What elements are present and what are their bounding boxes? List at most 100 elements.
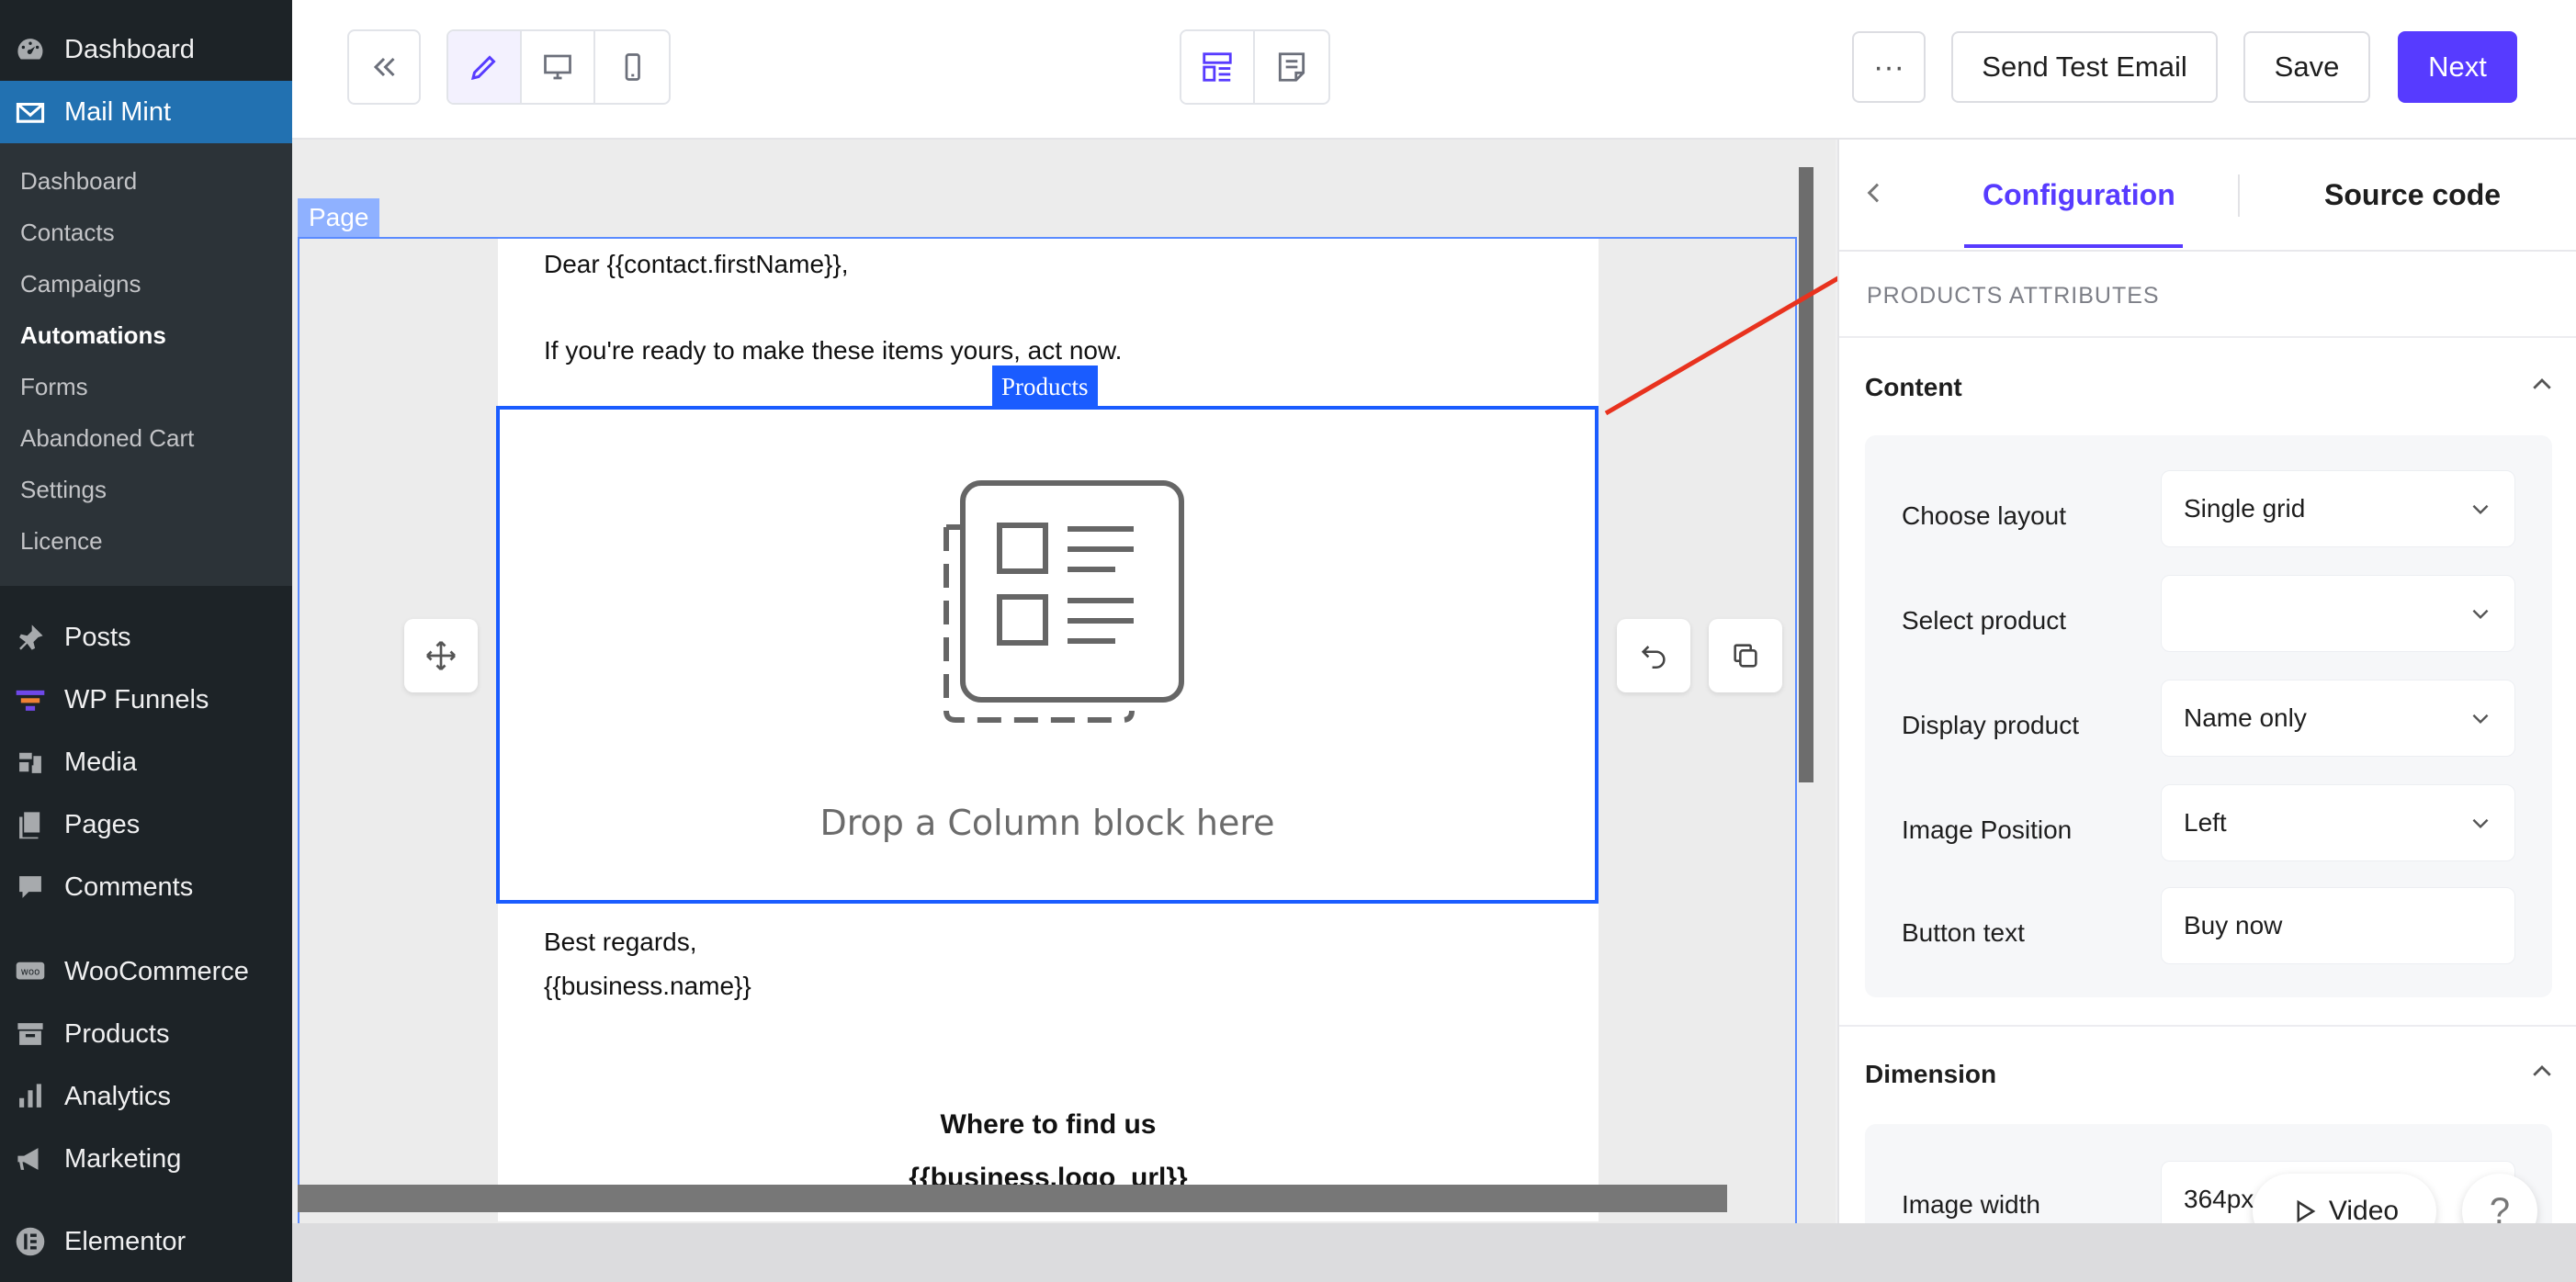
page-tag[interactable]: Page (298, 198, 380, 237)
button-text-label: Button text (1902, 918, 2025, 947)
display-product-select[interactable]: Name only (2161, 680, 2515, 757)
more-options-button[interactable]: ··· (1852, 31, 1926, 103)
image-position-label: Image Position (1902, 815, 2073, 844)
mobile-icon (625, 53, 640, 81)
menu-marketing[interactable]: Marketing (0, 1128, 292, 1190)
menu-label: Marketing (64, 1143, 182, 1174)
button-text-input[interactable]: Buy now (2161, 887, 2515, 964)
funnel-icon (13, 682, 48, 717)
menu-label: Elementor (64, 1226, 186, 1256)
menu-label: Posts (64, 622, 131, 652)
menu-pages[interactable]: Pages (0, 793, 292, 856)
menu-label: Products (64, 1018, 170, 1049)
business-name-text[interactable]: {{business.name}} (544, 972, 751, 1001)
undo-button[interactable] (1617, 619, 1690, 692)
pencil-icon (470, 55, 496, 81)
chevron-up-icon[interactable] (2528, 1058, 2556, 1085)
chevron-down-icon (2472, 609, 2489, 620)
column-placeholder-icon (943, 480, 1184, 723)
select-value: Single grid (2184, 494, 2306, 523)
settings-panel: Configuration Source code PRODUCTS ATTRI… (1837, 140, 2576, 1243)
double-chevron-left-icon (373, 57, 395, 77)
dashboard-icon (13, 32, 48, 67)
submenu-automations[interactable]: Automations (20, 321, 166, 350)
edit-mode-button[interactable] (448, 31, 522, 103)
menu-analytics[interactable]: Analytics (0, 1065, 292, 1128)
desktop-preview-button[interactable] (522, 31, 595, 103)
image-width-label: Image width (1902, 1190, 2040, 1219)
menu-posts[interactable]: Posts (0, 606, 292, 669)
content-group-title[interactable]: Content (1865, 373, 1962, 402)
chevron-down-icon (2472, 504, 2489, 515)
choose-layout-label: Choose layout (1902, 501, 2067, 530)
comment-icon (13, 870, 48, 905)
select-product-select[interactable] (2161, 575, 2515, 652)
menu-comments[interactable]: Comments (0, 856, 292, 918)
menu-dashboard[interactable]: Dashboard (0, 18, 292, 81)
image-position-select[interactable]: Left (2161, 784, 2515, 861)
tab-divider (2238, 174, 2240, 217)
menu-mail-mint[interactable]: Mail Mint (0, 81, 292, 143)
choose-layout-select[interactable]: Single grid (2161, 470, 2515, 547)
divider (1839, 336, 2576, 338)
save-button[interactable]: Save (2243, 31, 2370, 103)
panel-tabs: Configuration Source code (1839, 140, 2576, 252)
menu-label: WP Funnels (64, 684, 209, 714)
mail-mint-submenu: Dashboard Contacts Campaigns Automations… (0, 143, 292, 586)
copy-icon (1734, 644, 1757, 668)
pin-icon (13, 620, 48, 655)
layout-panel-button[interactable] (1181, 31, 1255, 103)
intro-text[interactable]: If you're ready to make these items your… (544, 336, 1122, 365)
products-tag[interactable]: Products (992, 365, 1098, 408)
products-block[interactable]: Drop a Column block here (496, 406, 1599, 904)
active-tab-indicator (1964, 244, 2183, 248)
menu-media[interactable]: Media (0, 731, 292, 793)
next-button[interactable]: Next (2398, 31, 2517, 103)
tab-source-code[interactable]: Source code (2324, 178, 2501, 212)
menu-woocommerce[interactable]: woo WooCommerce (0, 940, 292, 1003)
submenu-licence[interactable]: Licence (20, 527, 103, 556)
tab-configuration[interactable]: Configuration (1983, 178, 2175, 212)
select-value: Name only (2184, 703, 2307, 732)
submenu-dashboard[interactable]: Dashboard (20, 167, 137, 196)
menu-label: Media (64, 747, 137, 777)
elementor-icon (13, 1224, 48, 1259)
horizontal-scrollbar[interactable] (298, 1185, 1727, 1212)
menu-wp-funnels[interactable]: WP Funnels (0, 669, 292, 731)
desktop-icon (544, 54, 571, 80)
chevron-down-icon (2472, 714, 2489, 725)
wp-admin-sidebar: Dashboard Mail Mint Dashboard Contacts C… (0, 0, 292, 1282)
archive-icon (13, 1017, 48, 1051)
menu-elementor[interactable]: Elementor (0, 1210, 292, 1273)
section-title: PRODUCTS ATTRIBUTES (1867, 283, 2160, 309)
send-test-email-button[interactable]: Send Test Email (1951, 31, 2218, 103)
chevron-up-icon[interactable] (2528, 371, 2556, 399)
dimension-group-title[interactable]: Dimension (1865, 1060, 1996, 1089)
select-value: Left (2184, 808, 2227, 837)
menu-label: Pages (64, 809, 141, 839)
drag-handle[interactable] (404, 619, 478, 692)
greeting-text[interactable]: Dear {{contact.firstName}}, (544, 250, 849, 279)
media-icon (13, 745, 48, 780)
closing-text[interactable]: Best regards, (544, 928, 697, 957)
duplicate-button[interactable] (1709, 619, 1782, 692)
menu-label: Analytics (64, 1081, 172, 1111)
submenu-settings[interactable]: Settings (20, 476, 107, 504)
menu-label: Dashboard (64, 34, 195, 64)
submenu-campaigns[interactable]: Campaigns (20, 270, 141, 298)
mobile-preview-button[interactable] (595, 31, 669, 103)
undo-icon (1641, 646, 1666, 669)
display-product-label: Display product (1902, 711, 2079, 739)
content-settings: Choose layout Single grid Select product… (1865, 435, 2552, 997)
menu-products[interactable]: Products (0, 1003, 292, 1065)
mail-icon (13, 95, 48, 129)
panel-toggle-group (1180, 29, 1330, 105)
back-button[interactable] (347, 29, 421, 105)
submenu-abandoned-cart[interactable]: Abandoned Cart (20, 424, 194, 453)
chevron-left-icon[interactable] (1859, 174, 1889, 211)
submenu-forms[interactable]: Forms (20, 373, 88, 401)
notes-panel-button[interactable] (1255, 31, 1328, 103)
submenu-contacts[interactable]: Contacts (20, 219, 115, 247)
view-mode-group (446, 29, 671, 105)
find-us-heading[interactable]: Where to find us (498, 1109, 1599, 1141)
